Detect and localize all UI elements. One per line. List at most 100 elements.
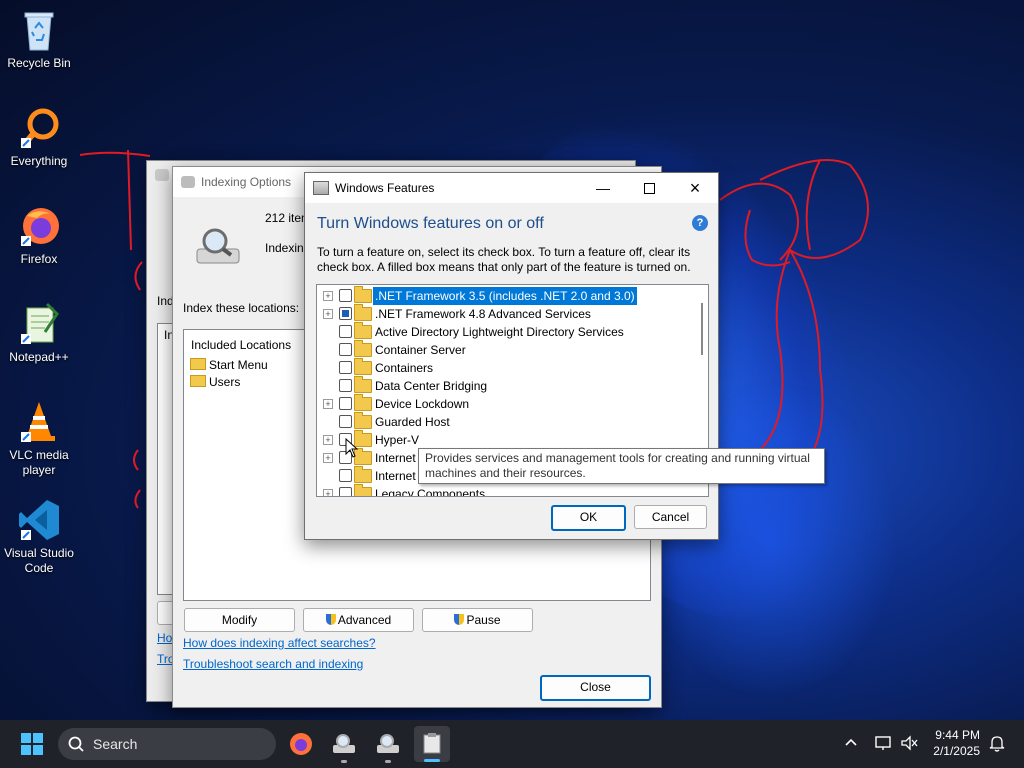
feature-row[interactable]: Containers <box>317 358 697 377</box>
title-bar[interactable]: Windows Features — × <box>305 173 718 203</box>
advanced-button[interactable]: Advanced <box>303 608 414 632</box>
expand-plus-icon[interactable]: + <box>323 435 333 445</box>
feature-row[interactable]: Container Server <box>317 340 697 359</box>
folder-icon <box>354 466 372 483</box>
folder-icon <box>354 286 372 303</box>
everything-search-icon <box>17 106 61 150</box>
indexing-affect-link[interactable]: How does indexing affect searches? <box>183 636 376 650</box>
included-locations-header: Included Locations <box>191 338 292 352</box>
feature-checkbox[interactable] <box>339 325 352 338</box>
search-label: Search <box>93 736 138 752</box>
feature-checkbox[interactable] <box>339 487 352 496</box>
desktop-icon-label: Recycle Bin <box>7 56 71 70</box>
desktop-icon-everything[interactable]: Everything <box>4 106 74 169</box>
recycle-bin-icon <box>17 8 61 52</box>
expand-plus-icon[interactable]: + <box>323 399 333 409</box>
expand-plus-icon[interactable]: + <box>323 453 333 463</box>
minimize-icon: — <box>596 180 610 196</box>
window-app-icon <box>155 169 169 181</box>
taskbar: Search 9:44 PM 2/1/2025 <box>0 720 1024 768</box>
show-hidden-icons-chevron-icon[interactable] <box>844 735 858 749</box>
feature-row[interactable]: + .NET Framework 3.5 (includes .NET 2.0 a… <box>317 286 697 305</box>
indexing-app-icon <box>181 176 195 188</box>
help-icon[interactable]: ? <box>692 215 708 231</box>
feature-label: .NET Framework 4.8 Advanced Services <box>375 307 591 321</box>
minimize-button[interactable]: — <box>580 173 626 203</box>
modify-button[interactable]: Modify <box>184 608 295 632</box>
feature-row[interactable]: + Device Lockdown <box>317 394 697 413</box>
feature-checkbox[interactable] <box>339 379 352 392</box>
volume-muted-icon[interactable] <box>900 734 918 752</box>
taskbar-search[interactable]: Search <box>58 728 276 760</box>
feature-row[interactable]: Data Center Bridging <box>317 376 697 395</box>
network-icon[interactable] <box>874 734 892 752</box>
feature-label: Containers <box>375 361 434 375</box>
scrollbar-thumb[interactable] <box>701 303 703 355</box>
folder-icon <box>354 358 372 375</box>
desktop-icon-vlc[interactable]: VLC media player <box>4 400 74 478</box>
location-item[interactable]: Users <box>190 375 240 389</box>
firefox-icon <box>290 733 312 755</box>
desktop-icon-vscode[interactable]: Visual Studio Code <box>4 498 74 576</box>
feature-row[interactable]: + Legacy Components <box>317 484 697 497</box>
expand-plus-icon[interactable]: + <box>323 291 333 301</box>
feature-checkbox[interactable] <box>339 361 352 374</box>
taskbar-firefox[interactable] <box>287 730 315 758</box>
close-button[interactable]: Close <box>540 675 651 701</box>
indexing-options-icon <box>333 734 355 753</box>
maximize-icon <box>643 183 655 194</box>
taskbar-indexing-options[interactable] <box>330 730 358 763</box>
pause-label: Pause <box>466 613 501 627</box>
feature-row[interactable]: Active Directory Lightweight Directory S… <box>317 322 697 341</box>
feature-row[interactable]: + .NET Framework 4.8 Advanced Services <box>317 304 697 323</box>
window-title: Indexing Options <box>201 175 292 189</box>
location-item[interactable]: Start Menu <box>190 358 268 372</box>
dialog-title: Windows Features <box>335 181 435 195</box>
cancel-button[interactable]: Cancel <box>634 505 707 529</box>
ok-button[interactable]: OK <box>551 505 626 531</box>
desktop-icon-notepadpp[interactable]: Notepad++ <box>4 302 74 365</box>
feature-checkbox[interactable] <box>339 415 352 428</box>
feature-label: Active Directory Lightweight Directory S… <box>375 325 624 339</box>
windows-features-dialog[interactable]: Windows Features — × Turn Windows featur… <box>304 172 719 540</box>
folder-icon <box>190 358 206 370</box>
feature-label: Container Server <box>375 343 466 357</box>
taskbar-windows-features[interactable] <box>414 726 450 762</box>
feature-row[interactable]: + Hyper-V <box>317 430 697 449</box>
dialog-description: To turn a feature on, select its check b… <box>317 245 691 274</box>
close-icon: × <box>689 178 701 198</box>
pause-button[interactable]: Pause <box>422 608 533 632</box>
desktop-icon-recycle-bin[interactable]: Recycle Bin <box>4 8 74 71</box>
start-button[interactable] <box>21 733 43 755</box>
system-clock[interactable]: 9:44 PM 2/1/2025 <box>933 727 980 759</box>
desktop-icon-label: Visual Studio Code <box>4 546 74 575</box>
feature-checkbox[interactable] <box>339 343 352 356</box>
firefox-icon <box>17 204 61 248</box>
desktop-icon-label: Everything <box>10 154 68 168</box>
taskbar-indexing-options-2[interactable] <box>374 730 402 763</box>
index-locations-label: Index these locations: <box>183 301 300 315</box>
desktop-icon-firefox[interactable]: Firefox <box>4 204 74 267</box>
shield-icon <box>325 614 336 625</box>
folder-icon <box>354 484 372 496</box>
notification-bell-icon[interactable] <box>988 734 1006 752</box>
clock-time: 9:44 PM <box>935 728 980 742</box>
troubleshoot-link[interactable]: Troubleshoot search and indexing <box>183 657 363 671</box>
folder-icon <box>354 322 372 339</box>
close-button[interactable]: × <box>672 173 718 203</box>
desktop-icon-label: Notepad++ <box>9 350 69 364</box>
feature-row[interactable]: Guarded Host <box>317 412 697 431</box>
expand-plus-icon[interactable]: + <box>323 309 333 319</box>
feature-checkbox[interactable] <box>339 469 352 482</box>
expand-plus-icon[interactable]: + <box>323 489 333 496</box>
feature-checkbox[interactable] <box>339 307 352 320</box>
maximize-button[interactable] <box>626 173 672 203</box>
feature-label: Internet <box>375 451 416 465</box>
feature-checkbox[interactable] <box>339 397 352 410</box>
feature-checkbox[interactable] <box>339 289 352 302</box>
folder-icon <box>354 340 372 357</box>
advanced-label: Advanced <box>337 613 392 627</box>
feature-label: Legacy Components <box>375 487 486 497</box>
shield-icon <box>454 614 465 625</box>
indexing-options-icon <box>377 734 399 753</box>
